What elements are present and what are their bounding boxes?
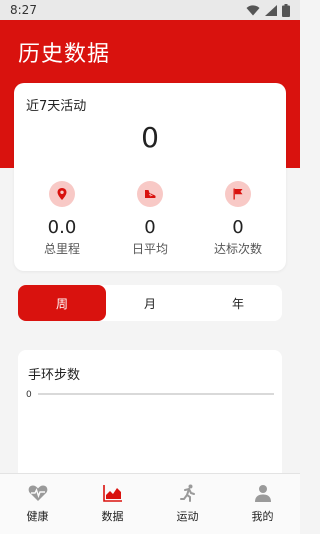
- page-title: 历史数据: [18, 42, 111, 67]
- nav-data[interactable]: 数据: [75, 474, 150, 534]
- signal-icon: [265, 4, 277, 16]
- tab-year[interactable]: 年: [194, 285, 282, 321]
- nav-label: 运动: [176, 510, 199, 523]
- nav-label: 健康: [26, 510, 49, 523]
- stat-label: 日平均: [131, 242, 168, 256]
- battery-icon: [282, 3, 290, 17]
- stat-value: 0.0: [47, 217, 77, 238]
- stat-daily-average: 0 日平均: [105, 181, 195, 257]
- stat-goal-reached: 0 达标次数: [193, 181, 283, 257]
- flag-icon: [225, 181, 251, 207]
- status-bar: 8:27: [0, 0, 300, 20]
- y-tick-label: 0: [26, 390, 32, 400]
- person-icon: [254, 485, 271, 502]
- wifi-icon: [246, 4, 260, 15]
- nav-label: 数据: [101, 510, 124, 523]
- stat-value: 0: [144, 217, 156, 238]
- period-tabs: 周 月 年: [18, 285, 282, 321]
- steps-chart: 0: [26, 390, 274, 400]
- chart-icon: [102, 485, 122, 502]
- band-steps-chart-card: 手环步数 0: [18, 350, 282, 480]
- status-time: 8:27: [10, 3, 37, 17]
- location-pin-icon: [49, 181, 75, 207]
- summary-title: 近7天活动: [26, 99, 87, 114]
- nav-mine[interactable]: 我的: [225, 474, 300, 534]
- status-icons: [246, 3, 290, 17]
- stat-label: 总里程: [43, 242, 80, 256]
- nav-label: 我的: [251, 510, 274, 523]
- stat-value: 0: [232, 217, 244, 238]
- tab-month[interactable]: 月: [106, 285, 194, 321]
- running-icon: [179, 484, 195, 502]
- activity-count: 0: [141, 121, 159, 154]
- heart-pulse-icon: [28, 485, 47, 501]
- stat-label: 达标次数: [213, 242, 262, 256]
- nav-sport[interactable]: 运动: [150, 474, 225, 534]
- weekly-summary-card: 近7天活动 0 0.0 总里程 0 日平均 0 达标次数: [14, 83, 286, 271]
- shoe-icon: [137, 181, 163, 207]
- bottom-navigation: 健康 数据 运动 我的: [0, 473, 300, 534]
- tab-week[interactable]: 周: [18, 285, 106, 321]
- nav-health[interactable]: 健康: [0, 474, 75, 534]
- stat-total-distance: 0.0 总里程: [17, 181, 107, 257]
